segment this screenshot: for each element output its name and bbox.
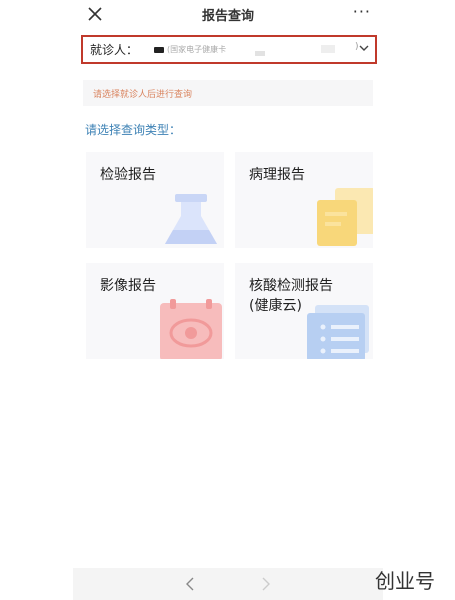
browser-nav-bar	[73, 568, 383, 600]
forward-arrow-icon[interactable]	[261, 577, 271, 591]
phone-screen: 报告查询 ··· 就诊人： (国家电子健康卡 ) 请选择就诊人后进行查询 请选择…	[73, 0, 383, 600]
pathology-report-card[interactable]: 病理报告	[235, 152, 373, 248]
lab-report-card[interactable]: 检验报告	[86, 152, 224, 248]
nucleic-acid-report-card[interactable]: 核酸检测报告 (健康云)	[235, 263, 373, 359]
list-document-icon	[307, 305, 369, 359]
patient-label: 就诊人：	[90, 43, 139, 57]
imaging-report-icon	[160, 299, 222, 359]
redaction-block	[255, 51, 265, 56]
chevron-down-icon[interactable]	[358, 42, 370, 54]
title-bar: 报告查询 ···	[73, 0, 383, 30]
watermark-text: 创业号	[375, 569, 435, 593]
back-arrow-icon[interactable]	[185, 577, 195, 591]
more-menu-icon[interactable]: ···	[353, 2, 371, 21]
flask-icon	[165, 194, 217, 244]
redaction-block	[321, 45, 335, 53]
patient-name-redacted	[154, 46, 165, 53]
card-label: 检验报告	[100, 167, 156, 183]
imaging-report-card[interactable]: 影像报告	[86, 263, 224, 359]
patient-card-type: (国家电子健康卡	[167, 45, 227, 54]
document-stack-icon	[317, 188, 373, 246]
hint-banner: 请选择就诊人后进行查询	[83, 80, 373, 106]
query-type-label: 请选择查询类型：	[85, 123, 182, 137]
card-label: 影像报告	[100, 278, 156, 294]
page-title: 报告查询	[201, 9, 254, 24]
hint-text: 请选择就诊人后进行查询	[93, 89, 193, 100]
patient-selector[interactable]: 就诊人： (国家电子健康卡 )	[81, 35, 377, 64]
card-label: 病理报告	[249, 167, 305, 183]
